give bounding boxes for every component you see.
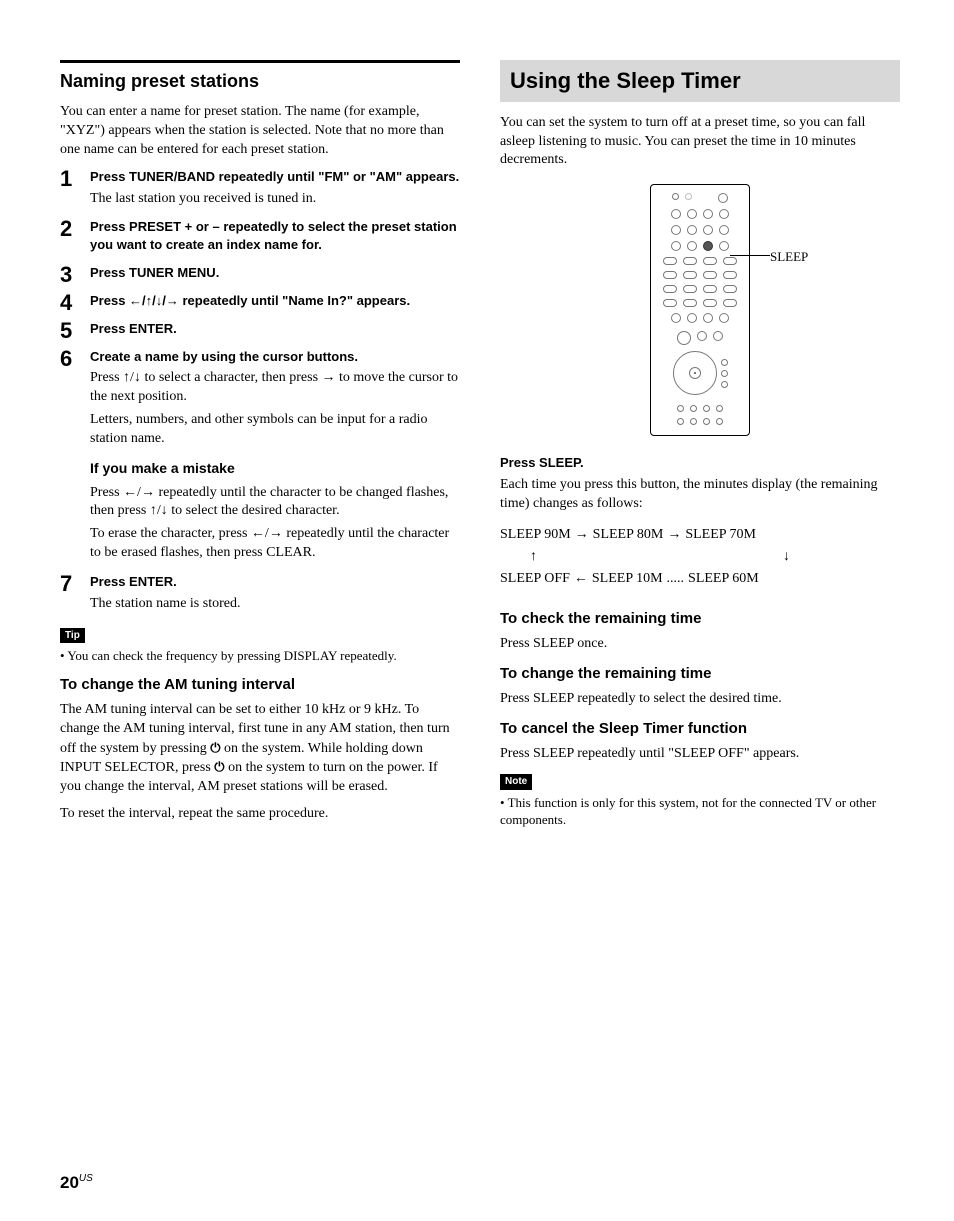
change-time-text: Press SLEEP repeatedly to select the des… bbox=[500, 690, 900, 709]
naming-title: Naming preset stations bbox=[60, 69, 460, 93]
steps-list: 1 Press TUNER/BAND repeatedly until "FM"… bbox=[60, 168, 460, 618]
step-2: 2 Press PRESET + or – repeatedly to sele… bbox=[60, 218, 460, 257]
tip-label: Tip bbox=[60, 628, 85, 644]
mistake-title: If you make a mistake bbox=[90, 459, 460, 478]
step-7: 7 Press ENTER. The station name is store… bbox=[60, 573, 460, 617]
callout-line bbox=[730, 255, 770, 256]
sleep-button-icon bbox=[703, 241, 713, 251]
sleep-timer-title: Using the Sleep Timer bbox=[500, 60, 900, 102]
naming-intro: You can enter a name for preset station.… bbox=[60, 103, 460, 160]
sleep-intro: You can set the system to turn off at a … bbox=[500, 114, 900, 171]
left-column: Naming preset stations You can enter a n… bbox=[60, 60, 460, 833]
note-label: Note bbox=[500, 774, 532, 790]
remote-icon bbox=[650, 184, 750, 436]
check-time-title: To check the remaining time bbox=[500, 609, 900, 629]
sleep-callout: SLEEP bbox=[770, 248, 808, 266]
page-number: 20 bbox=[60, 1173, 79, 1192]
step-3: 3 Press TUNER MENU. bbox=[60, 264, 460, 286]
arrow-down-icon: ↓ bbox=[783, 546, 790, 568]
step-4: 4 Press ←/↑/↓/→ repeatedly until "Name I… bbox=[60, 292, 460, 314]
arrow-up-icon: ↑ bbox=[530, 546, 537, 568]
page-suffix: US bbox=[79, 1173, 93, 1184]
remote-diagram: SLEEP bbox=[500, 184, 900, 436]
am-interval-reset: To reset the interval, repeat the same p… bbox=[60, 805, 460, 824]
check-time-text: Press SLEEP once. bbox=[500, 635, 900, 654]
am-interval-title: To change the AM tuning interval bbox=[60, 675, 460, 695]
press-sleep-text: Each time you press this button, the min… bbox=[500, 476, 900, 514]
am-interval-text: The AM tuning interval can be set to eit… bbox=[60, 701, 460, 797]
sleep-cycle: SLEEP 90M → SLEEP 80M → SLEEP 70M ↑ ↓ SL… bbox=[500, 524, 900, 591]
cancel-title: To cancel the Sleep Timer function bbox=[500, 719, 900, 739]
page-footer: 20US bbox=[60, 1172, 93, 1195]
right-column: Using the Sleep Timer You can set the sy… bbox=[500, 60, 900, 833]
step-6: 6 Create a name by using the cursor butt… bbox=[60, 348, 460, 568]
press-sleep: Press SLEEP. bbox=[500, 454, 900, 472]
tip-text: You can check the frequency by pressing … bbox=[60, 647, 460, 665]
note-text: This function is only for this system, n… bbox=[500, 794, 900, 829]
step-1: 1 Press TUNER/BAND repeatedly until "FM"… bbox=[60, 168, 460, 212]
step-5: 5 Press ENTER. bbox=[60, 320, 460, 342]
section-rule bbox=[60, 60, 460, 63]
cancel-text: Press SLEEP repeatedly until "SLEEP OFF"… bbox=[500, 745, 900, 764]
dpad-icon bbox=[673, 351, 717, 395]
change-time-title: To change the remaining time bbox=[500, 664, 900, 684]
